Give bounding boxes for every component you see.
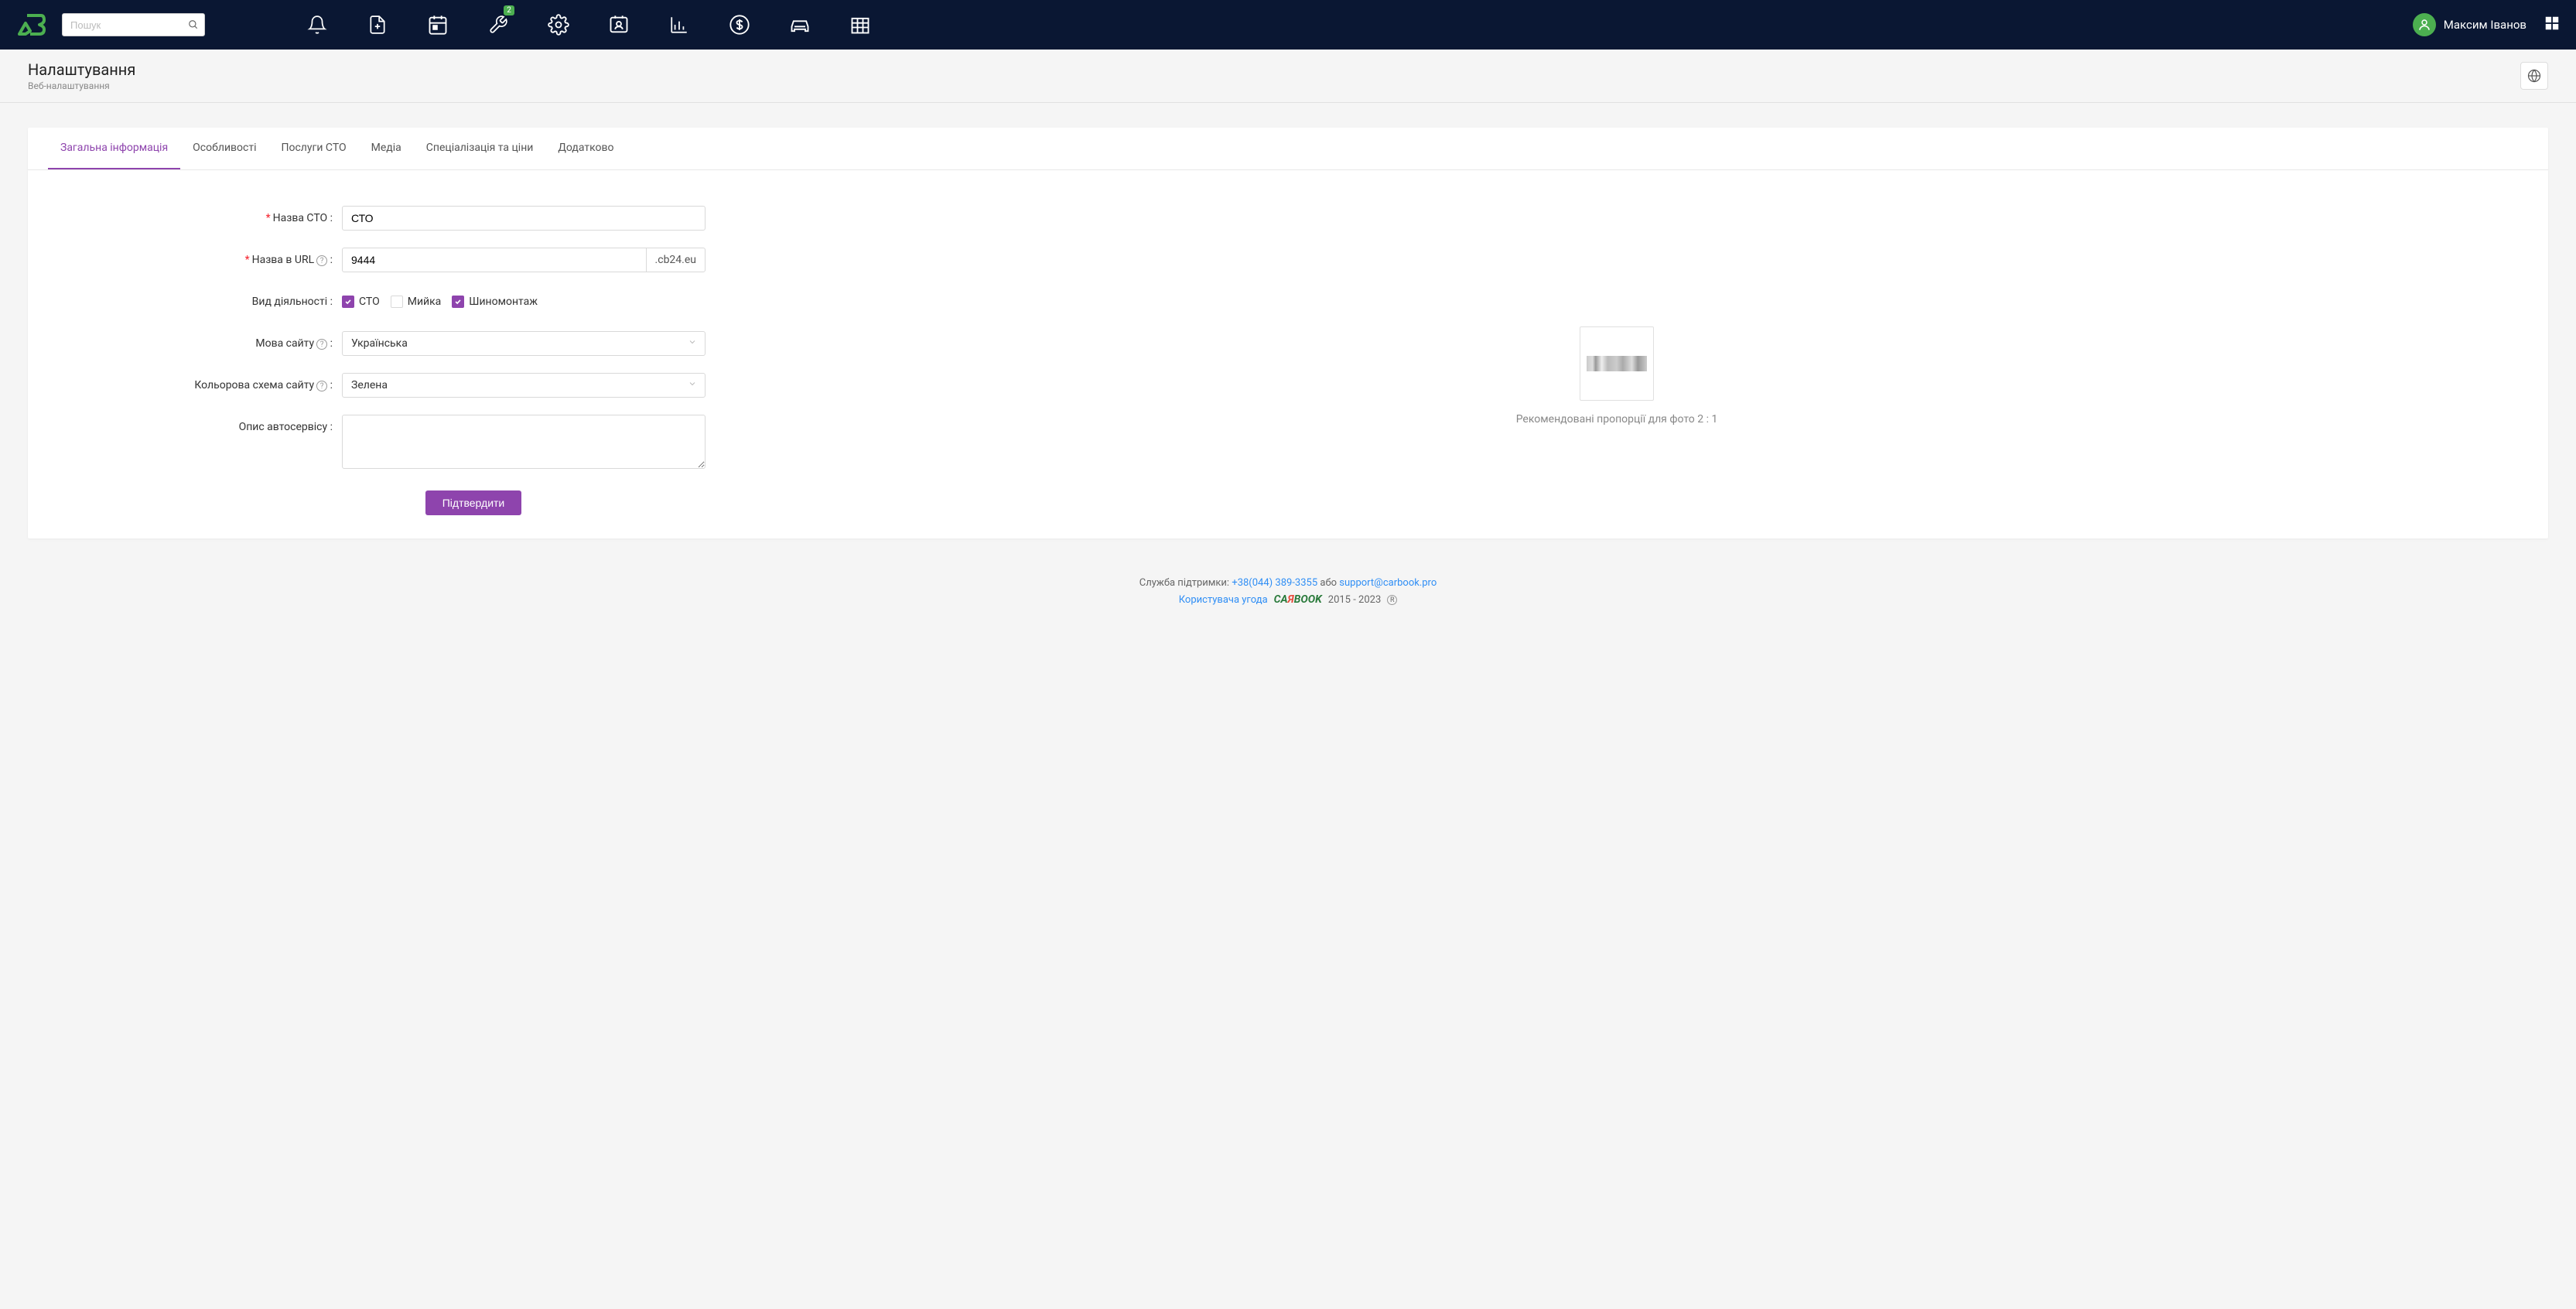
- table-icon[interactable]: [849, 13, 872, 36]
- checkbox-label: Мийка: [408, 296, 442, 308]
- tabs: Загальна інформація Особливості Послуги …: [28, 128, 2548, 170]
- select-lang[interactable]: Українська: [342, 331, 705, 356]
- apps-icon[interactable]: [2544, 15, 2561, 35]
- support-phone[interactable]: +38(044) 389-3355: [1232, 577, 1317, 589]
- footer-years: 2015 - 2023: [1328, 594, 1382, 606]
- checkbox-label: Шиномонтаж: [469, 296, 538, 308]
- chevron-down-icon: [688, 379, 697, 391]
- label-scheme: Кольорова схема сайту? :: [48, 373, 342, 398]
- row-url: *Назва в URL? : .cb24.eu: [48, 248, 705, 272]
- checkbox-wash[interactable]: Мийка: [391, 296, 442, 308]
- tab-features[interactable]: Особливості: [180, 128, 268, 169]
- checkbox-label: СТО: [359, 296, 380, 308]
- row-name: *Назва СТО :: [48, 206, 705, 231]
- photo-preview: [1587, 356, 1647, 371]
- page-subtitle: Веб-налаштування: [28, 80, 135, 91]
- input-url[interactable]: [342, 248, 646, 272]
- avatar: [2413, 13, 2436, 36]
- label-descr: Опис автосервісу :: [48, 415, 342, 439]
- file-plus-icon[interactable]: [366, 13, 389, 36]
- footer: Служба підтримки: +38(044) 389-3355 або …: [0, 563, 2576, 613]
- tab-general[interactable]: Загальна інформація: [48, 128, 180, 169]
- select-value: Зелена: [351, 379, 388, 391]
- search-wrap: [62, 13, 205, 36]
- textarea-descr[interactable]: [342, 415, 705, 469]
- form-left: *Назва СТО : *Назва в URL? : .cb24.eu: [48, 206, 705, 515]
- dollar-icon[interactable]: [728, 13, 751, 36]
- or-text: або: [1317, 577, 1339, 589]
- calendar-icon[interactable]: [426, 13, 449, 36]
- checkbox-box-icon: [342, 296, 354, 308]
- input-name[interactable]: [342, 206, 705, 231]
- gear-icon[interactable]: [547, 13, 570, 36]
- search-button[interactable]: [183, 15, 203, 35]
- page-title: Налаштування: [28, 60, 135, 79]
- row-activity: Вид діяльності : СТО Мийка: [48, 289, 705, 314]
- form-area: *Назва СТО : *Назва в URL? : .cb24.eu: [28, 170, 2548, 538]
- checkbox-box-icon: [391, 296, 403, 308]
- label-lang: Мова сайту? :: [48, 331, 342, 356]
- chevron-down-icon: [688, 337, 697, 350]
- help-icon[interactable]: ?: [316, 339, 327, 350]
- url-suffix: .cb24.eu: [646, 248, 705, 272]
- row-lang: Мова сайту? : Українська: [48, 331, 705, 356]
- support-label: Служба підтримки:: [1139, 577, 1232, 589]
- row-scheme: Кольорова схема сайту? : Зелена: [48, 373, 705, 398]
- checkbox-tire[interactable]: Шиномонтаж: [452, 296, 538, 308]
- carbook-logo: CAЯBOOK: [1274, 593, 1322, 606]
- wrench-icon[interactable]: 2: [487, 13, 510, 36]
- form-right: Рекомендовані пропорції для фото 2 : 1: [705, 206, 2528, 515]
- checkbox-box-icon: [452, 296, 464, 308]
- logo[interactable]: [15, 9, 46, 40]
- label-name: *Назва СТО :: [48, 206, 342, 231]
- agreement-link[interactable]: Користувача угода: [1179, 594, 1268, 606]
- badge-icon[interactable]: [607, 13, 630, 36]
- registered-icon: R: [1387, 595, 1397, 605]
- label-activity: Вид діяльності :: [48, 289, 342, 314]
- submit-row: Підтвердити: [48, 490, 705, 515]
- tab-additional[interactable]: Додатково: [545, 128, 626, 169]
- bell-icon[interactable]: [306, 13, 329, 36]
- chart-icon[interactable]: [668, 13, 691, 36]
- globe-button[interactable]: [2520, 62, 2548, 90]
- tab-media[interactable]: Медіа: [359, 128, 414, 169]
- top-bar: 2 Максим Іванов: [0, 0, 2576, 50]
- tab-specialization[interactable]: Спеціалізація та ціни: [414, 128, 546, 169]
- help-icon[interactable]: ?: [316, 381, 327, 391]
- wrench-badge: 2: [504, 5, 514, 15]
- tab-services[interactable]: Послуги СТО: [268, 128, 358, 169]
- label-url: *Назва в URL? :: [48, 248, 342, 272]
- nav-icons: 2: [306, 13, 872, 36]
- row-descr: Опис автосервісу :: [48, 415, 705, 472]
- settings-card: Загальна інформація Особливості Послуги …: [28, 128, 2548, 538]
- checkbox-sto[interactable]: СТО: [342, 296, 380, 308]
- select-scheme[interactable]: Зелена: [342, 373, 705, 398]
- user-name: Максим Іванов: [2444, 18, 2526, 32]
- submit-button[interactable]: Підтвердити: [425, 490, 522, 515]
- photo-upload[interactable]: [1580, 326, 1654, 401]
- page-header: Налаштування Веб-налаштування: [0, 50, 2576, 103]
- help-icon[interactable]: ?: [316, 255, 327, 266]
- user-area[interactable]: Максим Іванов: [2413, 13, 2561, 36]
- car-icon[interactable]: [788, 13, 811, 36]
- photo-hint: Рекомендовані пропорції для фото 2 : 1: [1516, 413, 1718, 426]
- select-value: Українська: [351, 337, 408, 350]
- support-email[interactable]: support@carbook.pro: [1339, 577, 1437, 589]
- content-area: Загальна інформація Особливості Послуги …: [0, 103, 2576, 563]
